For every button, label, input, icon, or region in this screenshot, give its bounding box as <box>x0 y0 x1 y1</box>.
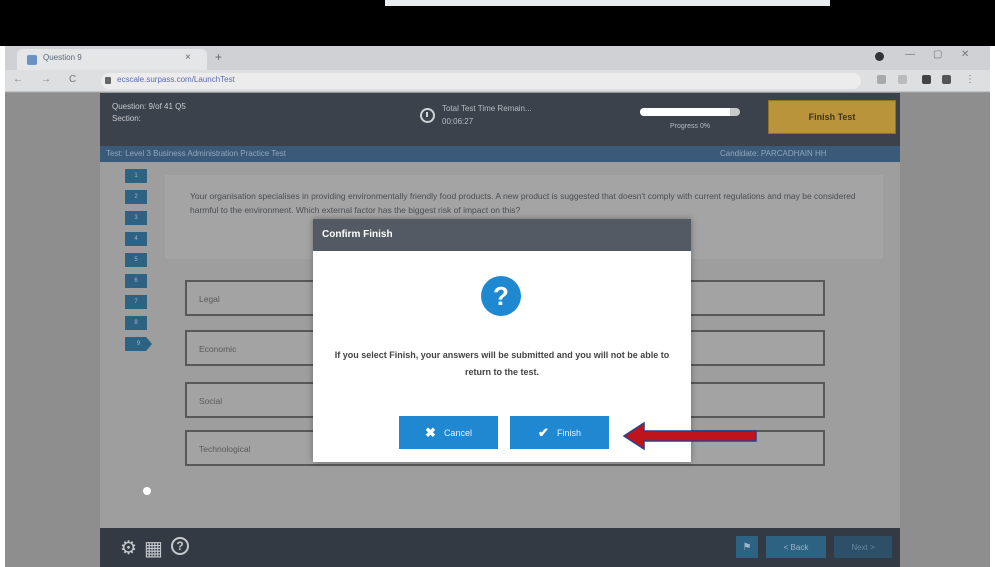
answer-label: Technological <box>199 444 251 454</box>
question-nav-item[interactable]: 1 <box>125 169 147 183</box>
progress-bar <box>640 108 740 116</box>
settings-gear-icon[interactable]: ⚙ <box>120 537 137 560</box>
test-subheader: Test: Level 3 Business Administration Pr… <box>100 146 900 162</box>
checkmark-icon: ✔ <box>538 424 549 440</box>
dialog-title-bar: Confirm Finish <box>313 219 691 251</box>
favicon-icon <box>27 55 37 65</box>
profile-icon[interactable] <box>875 52 884 61</box>
mouse-cursor <box>143 487 151 495</box>
forward-arrow-icon[interactable]: → <box>41 74 51 85</box>
question-nav-item[interactable]: 3 <box>125 211 147 225</box>
flag-icon[interactable]: ⚑ <box>736 536 758 558</box>
annotation-arrow-icon <box>622 421 757 451</box>
question-nav-item[interactable]: 2 <box>125 190 147 204</box>
dialog-title: Confirm Finish <box>322 229 393 240</box>
letterbox-top <box>0 0 995 46</box>
extension-icon[interactable] <box>922 75 931 84</box>
test-footer: ⚙ ▦ ? ⚑ < Back Next > <box>100 528 900 567</box>
answer-label: Social <box>199 396 223 406</box>
test-header: Question: 9/of 41 Q5 Section: Total Test… <box>100 93 900 146</box>
menu-icon[interactable]: ⋮ <box>965 74 975 85</box>
answer-label: Legal <box>199 294 220 304</box>
account-icon[interactable] <box>942 75 951 84</box>
new-tab-icon[interactable]: + <box>215 50 222 64</box>
back-button[interactable]: < Back <box>766 536 826 558</box>
timer-label: Total Test Time Remain... <box>442 104 532 113</box>
question-nav-item[interactable]: 8 <box>125 316 147 330</box>
browser-tab[interactable]: Question 9 × <box>17 49 207 70</box>
test-name: Test: Level 3 Business Administration Pr… <box>106 149 286 158</box>
browser-tab-strip: Question 9 × + — ▢ ✕ <box>5 46 990 70</box>
letterbox-glow <box>385 0 830 6</box>
lock-icon <box>105 77 111 84</box>
candidate-name: Candidate: PARCADHAIN HH <box>720 149 827 158</box>
reload-icon[interactable]: C <box>69 74 76 85</box>
window-close-icon[interactable]: ✕ <box>961 49 969 60</box>
maximize-icon[interactable]: ▢ <box>933 49 942 60</box>
answer-label: Economic <box>199 344 237 354</box>
help-icon[interactable]: ? <box>171 537 189 555</box>
close-x-icon: ✖ <box>425 424 436 440</box>
timer-value: 00:06:27 <box>442 117 474 126</box>
cancel-button-label: Cancel <box>443 427 472 438</box>
finish-button-label: Finish <box>556 427 581 438</box>
minimize-icon[interactable]: — <box>905 49 915 60</box>
clock-icon <box>420 108 435 123</box>
section-label: Section: <box>112 114 141 123</box>
progress-fill <box>640 108 730 116</box>
cancel-button[interactable]: ✖ Cancel <box>399 416 498 449</box>
back-arrow-icon[interactable]: ← <box>13 74 23 85</box>
browser-address-bar: ← → C ecscale.surpass.com/LaunchTest ⋮ <box>5 70 990 92</box>
question-mark-icon: ? <box>481 276 521 316</box>
grid-icon[interactable]: ▦ <box>144 536 163 561</box>
extension-icon[interactable] <box>877 75 886 84</box>
star-icon[interactable] <box>898 75 907 84</box>
dialog-message: If you select Finish, your answers will … <box>334 350 670 377</box>
question-nav-item[interactable]: 5 <box>125 253 147 267</box>
question-nav-item[interactable]: 7 <box>125 295 147 309</box>
next-button[interactable]: Next > <box>834 536 892 558</box>
url-text: ecscale.surpass.com/LaunchTest <box>117 75 235 84</box>
question-counter: Question: 9/of 41 Q5 <box>112 102 186 111</box>
finish-button[interactable]: ✔ Finish <box>510 416 609 449</box>
tab-close-icon[interactable]: × <box>185 52 191 63</box>
question-nav-item[interactable]: 4 <box>125 232 147 246</box>
question-nav-item[interactable]: 6 <box>125 274 147 288</box>
question-text: Your organisation specialises in providi… <box>190 191 856 215</box>
progress-label: Progress 0% <box>670 123 711 130</box>
tab-title: Question 9 <box>43 53 82 62</box>
finish-test-button[interactable]: Finish Test <box>768 100 896 134</box>
url-field[interactable]: ecscale.surpass.com/LaunchTest <box>101 73 861 89</box>
